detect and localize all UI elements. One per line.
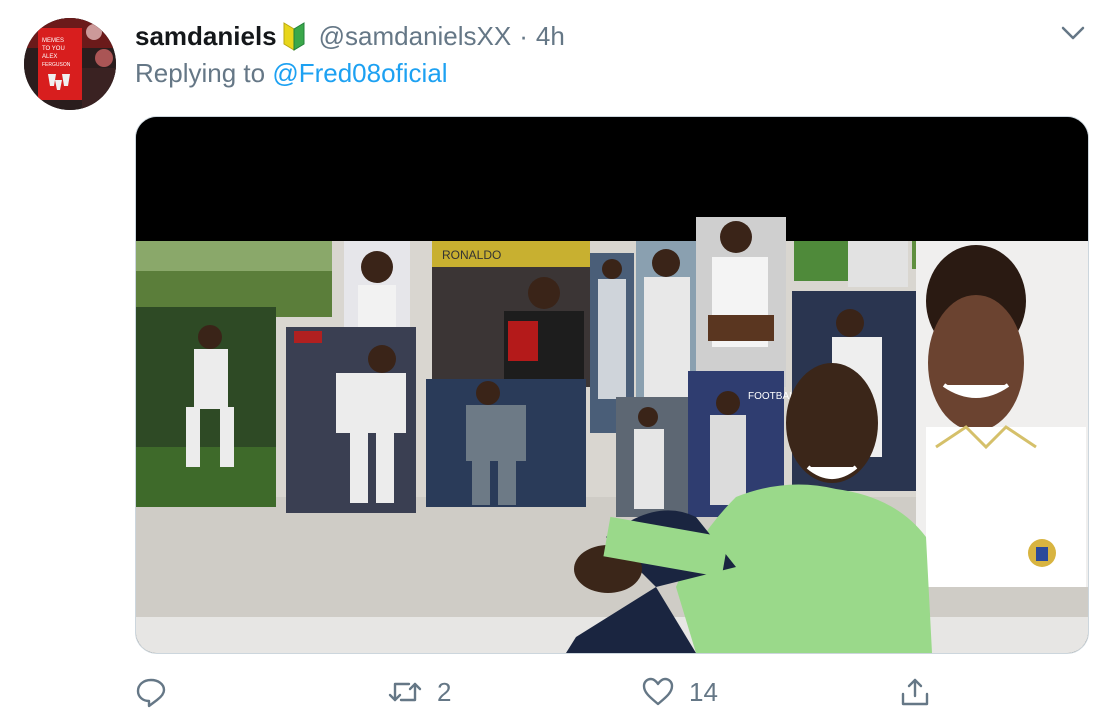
poster-5: RONALDO <box>432 241 590 387</box>
poster-4 <box>286 327 416 513</box>
poster-8 <box>636 241 696 411</box>
poster-10 <box>616 397 688 517</box>
tweet-header: samdaniels @samdanielsXX · 4h <box>135 18 565 54</box>
display-name[interactable]: samdaniels <box>135 21 277 52</box>
retweet-count: 2 <box>437 676 452 707</box>
chevron-down-icon[interactable] <box>1060 24 1086 42</box>
poster-2 <box>344 241 410 331</box>
poster-9 <box>696 217 786 387</box>
retweet-button[interactable]: 2 <box>387 670 451 714</box>
beginner-leaf-icon <box>281 20 307 52</box>
share-icon <box>899 676 931 708</box>
separator-dot: · <box>519 20 528 51</box>
heart-icon <box>641 676 675 708</box>
replying-prefix: Replying to <box>135 58 266 88</box>
avatar-image: MEMES TO YOU ALEX FERGUSON <box>24 18 116 110</box>
like-count: 14 <box>689 676 718 707</box>
avatar-banner-line-4: FERGUSON <box>42 62 71 68</box>
tweet-media[interactable]: RONALDO FOOTBALL <box>135 116 1089 654</box>
poster-3 <box>136 307 276 507</box>
user-handle[interactable]: @samdanielsXX <box>319 21 512 52</box>
like-button[interactable]: 14 <box>641 670 718 714</box>
avatar-banner-line-2: TO YOU <box>42 46 65 52</box>
share-button[interactable] <box>899 670 931 714</box>
timestamp[interactable]: 4h <box>536 21 565 52</box>
avatar-banner-line-3: ALEX <box>42 54 57 60</box>
tweet-photo: RONALDO FOOTBALL <box>136 117 1088 653</box>
poster-1 <box>136 241 332 317</box>
mention-link[interactable]: @Fred08oficial <box>272 58 447 88</box>
tweet-actions: 2 14 <box>135 670 935 714</box>
retweet-icon <box>387 676 423 708</box>
reply-icon <box>135 676 167 708</box>
poster-text-ronaldo: RONALDO <box>442 248 501 262</box>
avatar[interactable]: MEMES TO YOU ALEX FERGUSON <box>24 18 116 110</box>
reply-button[interactable] <box>135 670 167 714</box>
poster-6 <box>426 379 586 507</box>
poster-14 <box>916 241 1088 587</box>
replying-to: Replying to @Fred08oficial <box>135 58 448 89</box>
avatar-banner-line-1: MEMES <box>42 38 64 44</box>
